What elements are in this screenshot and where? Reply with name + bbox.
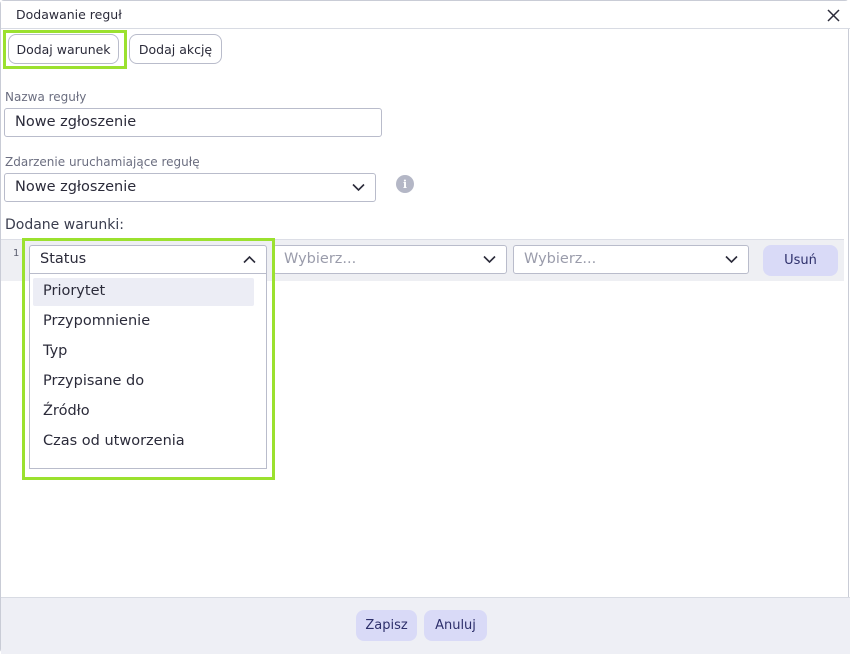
- add-action-button[interactable]: Dodaj akcję: [129, 34, 222, 64]
- added-conditions-label: Dodane warunki:: [5, 217, 124, 233]
- rule-name-input[interactable]: Nowe zgłoszenie: [4, 108, 382, 137]
- trigger-value: Nowe zgłoszenie: [15, 179, 137, 195]
- info-icon-glyph: i: [402, 177, 408, 191]
- dropdown-option-czas-od-utworzenia[interactable]: Czas od utworzenia: [33, 428, 254, 456]
- dialog-footer: Zapisz Anuluj: [1, 597, 850, 654]
- dropdown-option-przypisane-do[interactable]: Przypisane do: [33, 368, 254, 396]
- condition-row-number: 1: [13, 248, 20, 259]
- trigger-label: Zdarzenie uruchamiające regułę: [5, 155, 200, 169]
- cancel-button[interactable]: Anuluj: [424, 610, 487, 641]
- rule-name-value: Nowe zgłoszenie: [15, 114, 137, 130]
- remove-condition-button[interactable]: Usuń: [763, 245, 838, 276]
- chevron-up-icon: [243, 255, 256, 264]
- add-condition-button[interactable]: Dodaj warunek: [8, 34, 119, 64]
- trigger-select[interactable]: Nowe zgłoszenie: [4, 173, 376, 202]
- condition-field-value: Status: [40, 251, 87, 267]
- dialog-title-bar: Dodawanie reguł: [1, 1, 850, 29]
- chevron-down-icon: [725, 255, 738, 264]
- condition-value-placeholder: Wybierz...: [524, 251, 597, 267]
- condition-operator-select[interactable]: Wybierz...: [273, 245, 507, 274]
- dropdown-option-priorytet[interactable]: Priorytet: [33, 278, 254, 306]
- close-button[interactable]: [822, 4, 844, 26]
- chevron-down-icon: [483, 255, 496, 264]
- close-icon: [826, 8, 840, 22]
- dropdown-option-typ[interactable]: Typ: [33, 338, 254, 366]
- add-rules-dialog: Dodawanie reguł Dodaj warunek Dodaj akcj…: [0, 0, 850, 654]
- save-button[interactable]: Zapisz: [356, 610, 417, 641]
- dropdown-option-zrodlo[interactable]: Źródło: [33, 398, 254, 426]
- condition-field-select[interactable]: Status: [29, 245, 267, 274]
- info-icon[interactable]: i: [396, 175, 414, 193]
- condition-operator-placeholder: Wybierz...: [284, 251, 357, 267]
- rule-name-label: Nazwa reguły: [5, 90, 87, 104]
- condition-value-select[interactable]: Wybierz...: [513, 245, 749, 274]
- condition-field-dropdown: Priorytet Przypomnienie Typ Przypisane d…: [29, 274, 267, 469]
- dialog-title: Dodawanie reguł: [16, 7, 122, 22]
- dropdown-option-przypomnienie[interactable]: Przypomnienie: [33, 308, 254, 336]
- chevron-down-icon: [352, 183, 365, 192]
